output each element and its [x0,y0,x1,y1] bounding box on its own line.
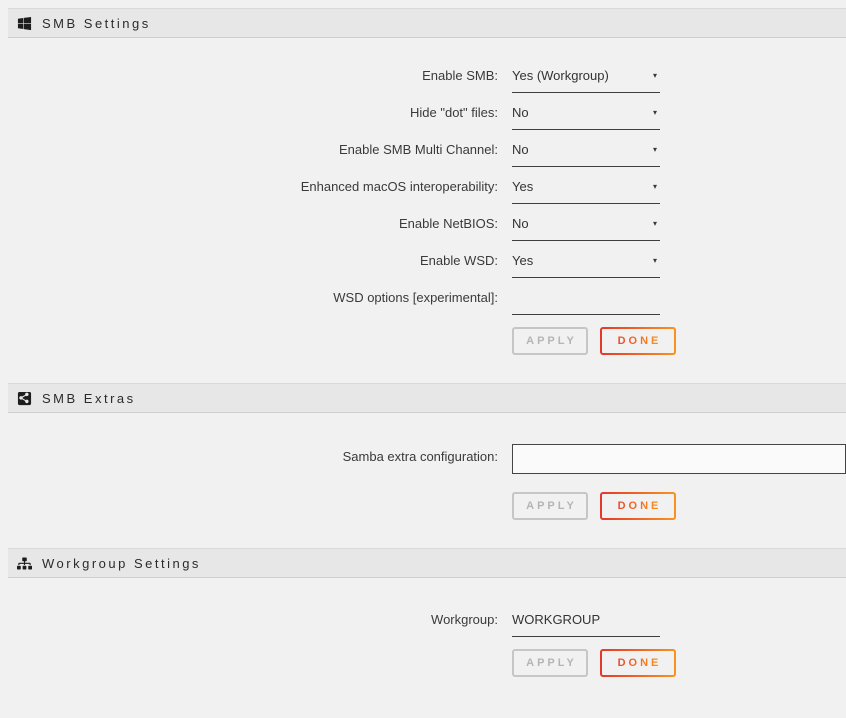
apply-label: APPLY [523,335,577,347]
section-smb-settings: SMB Settings Enable SMB: Yes (Workgroup)… [0,8,846,355]
wsd-select[interactable]: Yes ▾ [512,253,660,278]
smb-multichannel-select[interactable]: No ▾ [512,142,660,167]
section-workgroup-settings: Workgroup Settings Workgroup: APPLY DONE [0,548,846,677]
caret-down-icon: ▾ [653,142,660,158]
field-label: Enhanced macOS interoperability: [0,179,498,195]
section-body-smb-extras: Samba extra configuration: APPLY DONE [0,413,846,520]
select-value: No [512,142,529,158]
field-label: Enable NetBIOS: [0,216,498,232]
sitemap-icon [17,556,32,571]
done-label: DONE [615,500,662,512]
select-value: Yes [512,179,533,195]
select-value: Yes [512,253,533,269]
macos-interop-select[interactable]: Yes ▾ [512,179,660,204]
buttons-row-smb-extras: APPLY DONE [512,492,846,520]
select-value: No [512,216,529,232]
caret-down-icon: ▾ [653,216,660,232]
caret-down-icon: ▾ [653,68,660,84]
done-button-workgroup-settings[interactable]: DONE [600,649,676,677]
field-label: Workgroup: [0,612,498,628]
section-header-smb-extras: SMB Extras [8,383,846,413]
buttons-row-workgroup-settings: APPLY DONE [512,649,846,677]
section-body-smb-settings: Enable SMB: Yes (Workgroup) ▾ Hide "dot"… [0,38,846,355]
field-row-wsd: Enable WSD: Yes ▾ [0,253,846,278]
field-row-macos-interop: Enhanced macOS interoperability: Yes ▾ [0,179,846,204]
apply-button-smb-extras[interactable]: APPLY [512,492,588,520]
section-header-workgroup-settings: Workgroup Settings [8,548,846,578]
field-row-smb-multichannel: Enable SMB Multi Channel: No ▾ [0,142,846,167]
done-button-smb-settings[interactable]: DONE [600,327,676,355]
apply-button-workgroup-settings[interactable]: APPLY [512,649,588,677]
hide-dot-files-select[interactable]: No ▾ [512,105,660,130]
field-row-workgroup: Workgroup: [0,612,846,637]
field-label: Hide "dot" files: [0,105,498,121]
done-label: DONE [615,335,662,347]
field-label: Enable SMB Multi Channel: [0,142,498,158]
field-row-enable-smb: Enable SMB: Yes (Workgroup) ▾ [0,68,846,93]
netbios-select[interactable]: No ▾ [512,216,660,241]
apply-label: APPLY [523,657,577,669]
section-header-smb-settings: SMB Settings [8,8,846,38]
field-label: Enable SMB: [0,68,498,84]
field-label: Enable WSD: [0,253,498,269]
windows-icon [17,16,32,31]
section-smb-extras: SMB Extras Samba extra configuration: AP… [0,383,846,520]
caret-down-icon: ▾ [653,253,660,269]
share-square-icon [17,391,32,406]
enable-smb-select[interactable]: Yes (Workgroup) ▾ [512,68,660,93]
wsd-options-input[interactable] [512,290,660,315]
section-title: SMB Settings [42,16,151,31]
workgroup-input[interactable] [512,612,660,637]
field-row-samba-extra-config: Samba extra configuration: [0,444,846,474]
field-row-wsd-options: WSD options [experimental]: [0,290,846,315]
select-value: Yes (Workgroup) [512,68,609,84]
samba-extra-config-textarea[interactable] [512,444,846,474]
buttons-row-smb-settings: APPLY DONE [512,327,846,355]
field-label: Samba extra configuration: [0,444,498,465]
section-title: Workgroup Settings [42,556,201,571]
done-label: DONE [615,657,662,669]
apply-button-smb-settings[interactable]: APPLY [512,327,588,355]
field-row-netbios: Enable NetBIOS: No ▾ [0,216,846,241]
field-label: WSD options [experimental]: [0,290,498,306]
caret-down-icon: ▾ [653,179,660,195]
samba-settings-page: SMB Settings Enable SMB: Yes (Workgroup)… [0,0,846,718]
done-button-smb-extras[interactable]: DONE [600,492,676,520]
apply-label: APPLY [523,500,577,512]
section-title: SMB Extras [42,391,136,406]
field-row-hide-dot-files: Hide "dot" files: No ▾ [0,105,846,130]
select-value: No [512,105,529,121]
caret-down-icon: ▾ [653,105,660,121]
section-body-workgroup-settings: Workgroup: APPLY DONE [0,578,846,677]
